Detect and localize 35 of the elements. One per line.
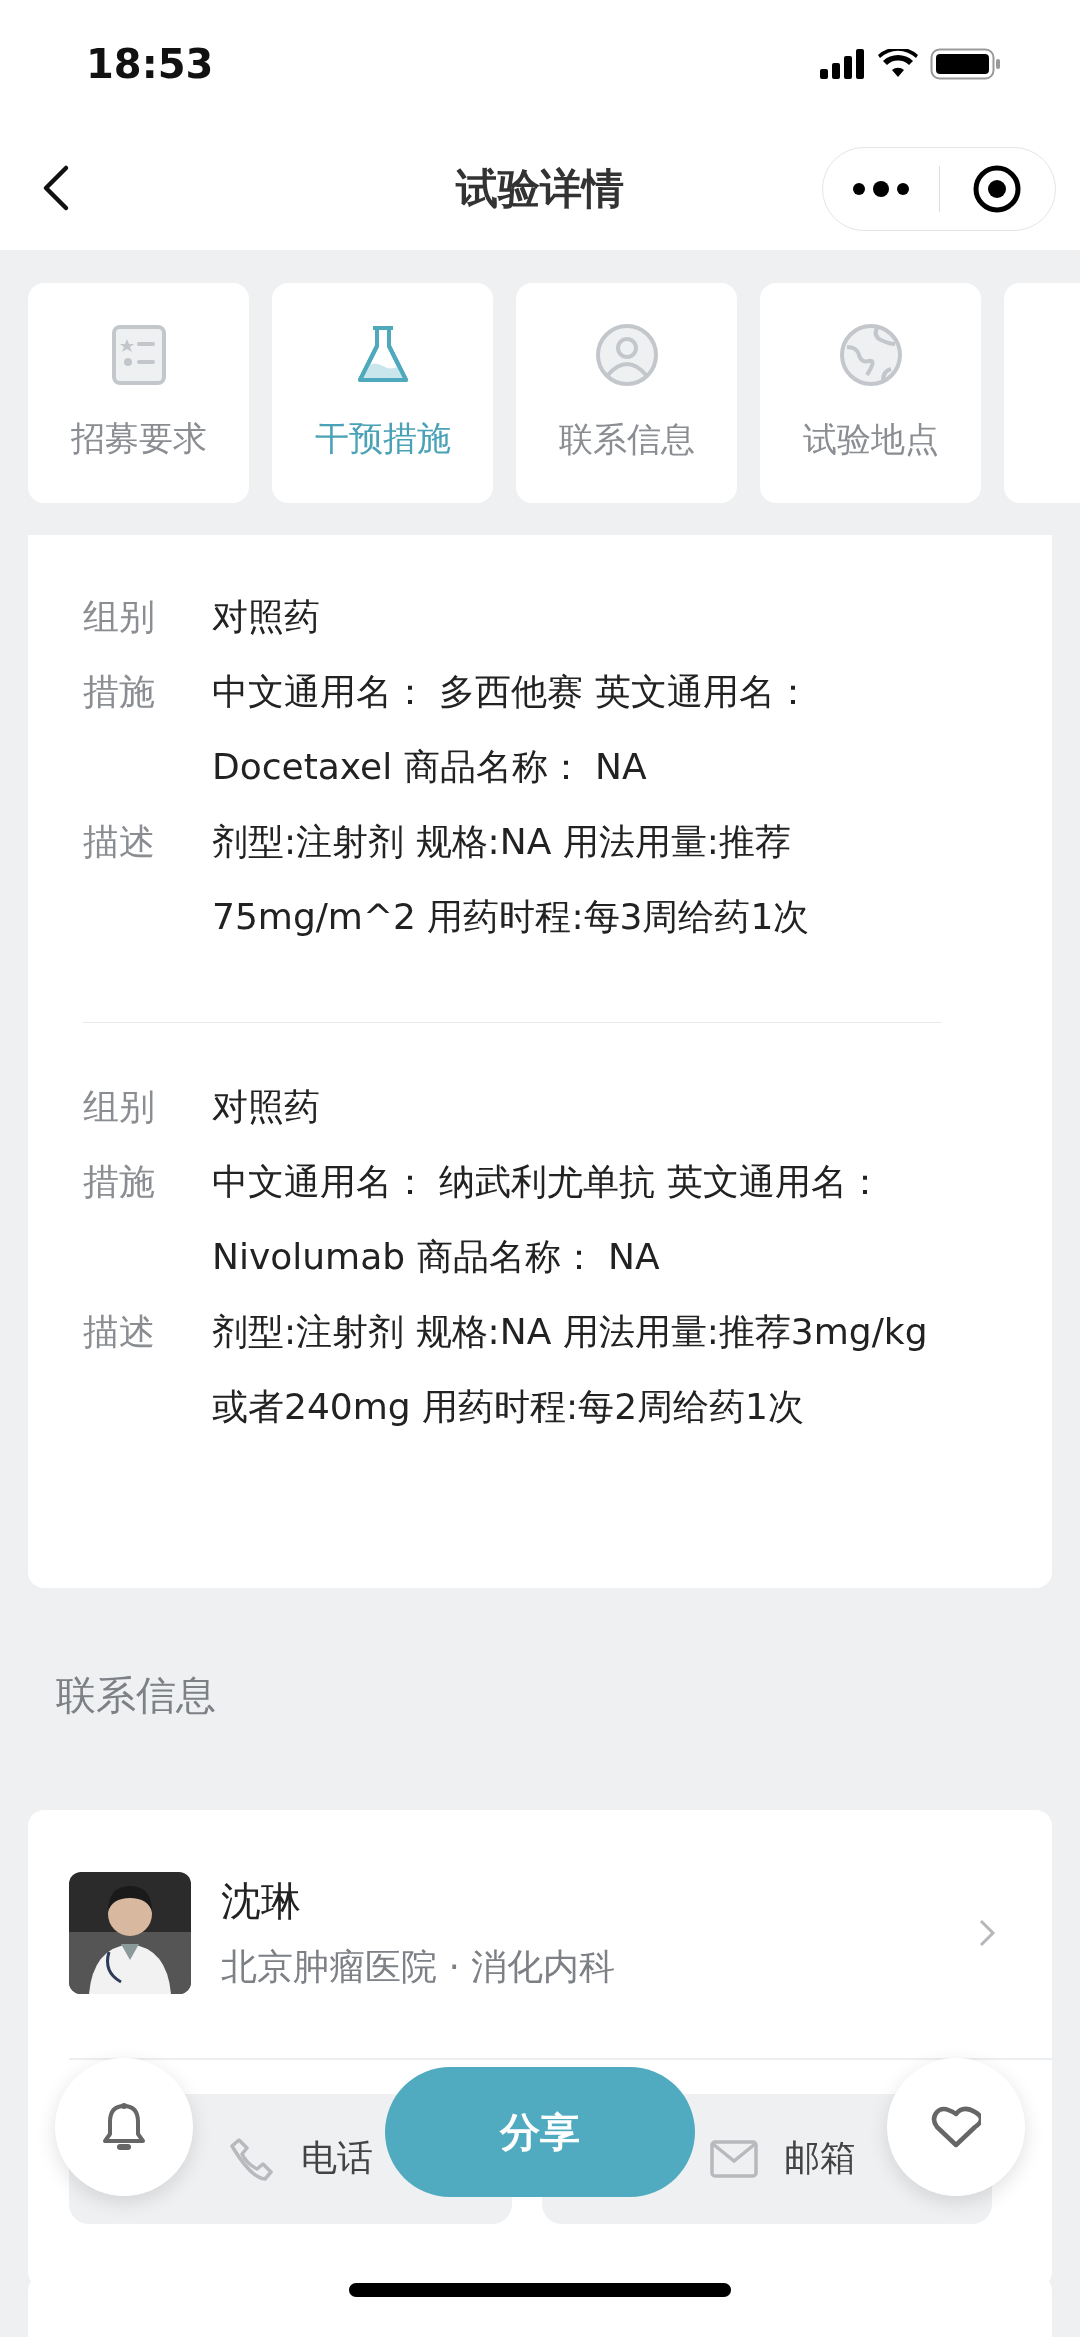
field-label: 组别 <box>83 1085 156 1129</box>
tab[interactable]: 试验地点 <box>760 283 981 503</box>
person-icon <box>594 323 659 387</box>
battery-icon <box>930 48 1000 80</box>
field-value: 剂型:注射剂 规格:NA 用法用量:推荐3mg/kg或者240mg 用药时程:每2周给药1次 <box>212 1310 929 1429</box>
field-value: 对照药 <box>212 1085 321 1129</box>
back-icon <box>42 163 70 212</box>
section-title: 联系信息 <box>55 1671 217 1720</box>
bell-icon <box>101 2102 147 2152</box>
field-label: 措施 <box>83 1160 156 1204</box>
field-label: 措施 <box>83 670 156 714</box>
mail-icon <box>709 2139 758 2178</box>
share-button[interactable]: 分享 <box>385 2067 695 2197</box>
tab[interactable]: 招募要求 <box>28 283 249 503</box>
field-label: 描述 <box>83 820 156 864</box>
page-title: 试验详情 <box>456 163 624 215</box>
wifi-icon <box>878 49 918 79</box>
contact-name: 沈琳 <box>221 1877 302 1926</box>
field-value: 剂型:注射剂 规格:NA 用法用量:推荐75mg/m^2 用药时程:每3周给药1次 <box>212 820 811 939</box>
field-value: 对照药 <box>212 595 321 639</box>
more-icon <box>850 181 911 197</box>
phone-icon <box>229 2135 275 2182</box>
field-label: 组别 <box>83 595 156 639</box>
status-time: 18:53 <box>86 41 214 87</box>
heart-icon <box>931 2105 981 2149</box>
list-icon <box>110 324 167 386</box>
field-value: 中文通用名： 纳武利尤单抗 英文通用名： Nivolumab 商品名称： NA <box>212 1160 884 1279</box>
field-value: 中文通用名： 多西他赛 英文通用名： Docetaxel 商品名称： NA <box>212 670 812 789</box>
globe-icon <box>838 323 903 387</box>
tab[interactable]: 干预措施 <box>272 283 493 503</box>
tab[interactable]: 联系信息 <box>516 283 737 503</box>
field-label: 描述 <box>83 1310 156 1354</box>
signal-icon <box>820 49 866 79</box>
contact-affiliation: 北京肿瘤医院 · 消化内科 <box>221 1945 617 1989</box>
target-icon <box>972 164 1023 214</box>
